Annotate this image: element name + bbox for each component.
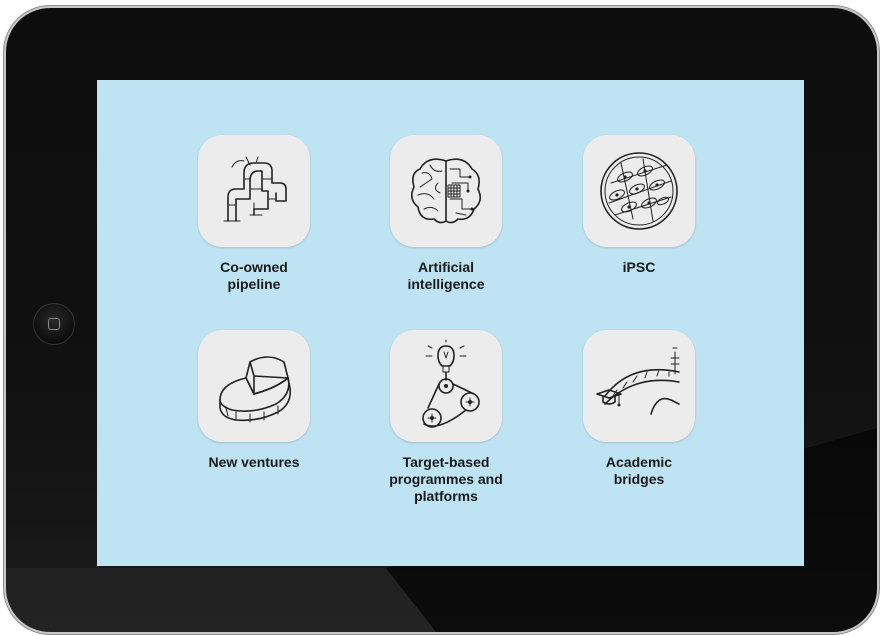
app-ipsc[interactable]: iPSC (549, 135, 729, 276)
home-square-icon (48, 318, 60, 330)
app-label: Academic bridges (605, 454, 673, 487)
app-artificial-intelligence[interactable]: Artificial intelligence (356, 135, 536, 293)
tablet-screen: Co-owned pipeline Artificial intelligenc… (97, 80, 804, 566)
app-tile[interactable] (583, 135, 695, 247)
app-target-based-programmes[interactable]: Target-based programmes and platforms (356, 330, 536, 505)
app-tile[interactable] (390, 330, 502, 442)
app-tile[interactable] (390, 135, 502, 247)
app-label: Target-based programmes and platforms (389, 454, 503, 504)
bridge-graduation-icon (596, 347, 680, 415)
app-label: Artificial intelligence (407, 259, 485, 292)
pipeline-icon (223, 156, 287, 222)
pie-slice-icon (219, 356, 292, 423)
lightbulb-gears-icon (422, 339, 480, 428)
cell-culture-icon (600, 152, 678, 230)
home-button[interactable] (33, 303, 75, 345)
app-new-ventures[interactable]: New ventures (164, 330, 344, 471)
app-label: New ventures (208, 454, 300, 470)
app-academic-bridges[interactable]: Academic bridges (549, 330, 729, 488)
brain-circuit-icon (410, 158, 482, 224)
app-tile[interactable] (583, 330, 695, 442)
app-co-owned-pipeline[interactable]: Co-owned pipeline (164, 135, 344, 293)
app-label: Co-owned pipeline (220, 259, 288, 292)
app-label: iPSC (622, 259, 656, 275)
app-tile[interactable] (198, 330, 310, 442)
app-tile[interactable] (198, 135, 310, 247)
